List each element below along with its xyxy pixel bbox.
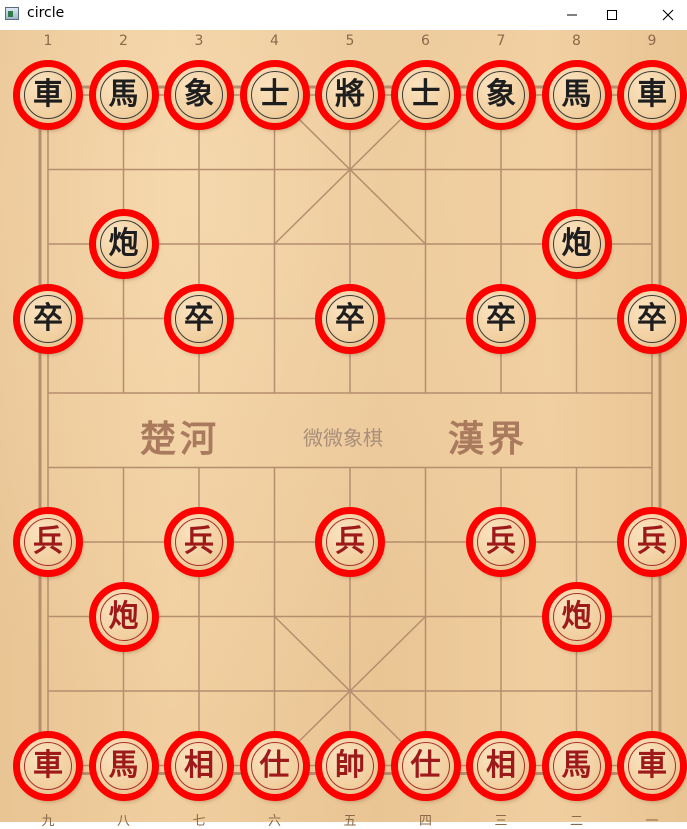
xiangqi-board[interactable]: 123456789 九八七六五四三二一 楚河 微微象棋 漢界 車馬象士將士象馬車…	[0, 30, 687, 829]
river-label-center: 微微象棋	[303, 426, 383, 450]
highlight-circle	[13, 283, 83, 354]
highlight-circle	[617, 507, 687, 577]
file-number-top: 9	[647, 33, 657, 49]
file-number-bottom: 七	[192, 814, 206, 829]
file-number-bottom: 三	[494, 814, 508, 829]
file-number-bottom: 六	[267, 814, 281, 829]
black-piece-b-elephant-2[interactable]: 象	[466, 60, 536, 130]
river-label-chu: 楚河	[140, 418, 221, 460]
minimize-icon	[567, 14, 577, 16]
red-piece-r-elephant-2[interactable]: 相	[466, 730, 536, 801]
file-number-bottom: 一	[645, 814, 659, 829]
highlight-circle	[164, 730, 234, 801]
highlight-circle	[315, 730, 385, 801]
highlight-circle	[13, 60, 83, 130]
close-icon	[662, 9, 674, 21]
highlight-circle	[617, 283, 687, 354]
highlight-circle	[315, 60, 385, 130]
black-piece-b-soldier-5[interactable]: 卒	[617, 283, 687, 354]
black-piece-b-cannon-2[interactable]: 炮	[541, 209, 612, 279]
black-piece-b-soldier-2[interactable]: 卒	[164, 283, 234, 354]
highlight-circle	[88, 209, 159, 279]
highlight-circle	[466, 60, 536, 130]
file-number-top: 5	[345, 33, 355, 49]
maximize-button[interactable]	[589, 0, 635, 30]
highlight-circle	[88, 60, 159, 130]
river-label-han: 漢界	[448, 418, 529, 460]
highlight-circle	[466, 730, 536, 801]
highlight-circle	[466, 507, 536, 577]
file-number-bottom: 二	[569, 814, 583, 829]
red-piece-r-horse-2[interactable]: 馬	[541, 730, 612, 801]
red-piece-r-soldier-5[interactable]: 兵	[617, 507, 687, 577]
red-piece-r-chariot-1[interactable]: 車	[13, 730, 83, 801]
red-piece-r-elephant-1[interactable]: 相	[164, 730, 234, 801]
highlight-circle	[617, 730, 687, 801]
black-piece-b-advisor-1[interactable]: 士	[239, 60, 310, 130]
highlight-circle	[466, 283, 536, 354]
highlight-circle	[164, 283, 234, 354]
title-bar: circle	[0, 0, 687, 30]
file-number-bottom: 九	[41, 814, 55, 829]
close-button[interactable]	[645, 0, 687, 30]
black-piece-b-horse-1[interactable]: 馬	[88, 60, 159, 130]
highlight-circle	[541, 581, 612, 652]
black-piece-b-chariot-1[interactable]: 車	[13, 60, 83, 130]
file-number-bottom: 五	[343, 814, 357, 829]
red-piece-r-soldier-1[interactable]: 兵	[13, 507, 83, 577]
file-number-top: 4	[270, 33, 279, 49]
red-piece-r-soldier-4[interactable]: 兵	[466, 507, 536, 577]
highlight-circle	[315, 283, 385, 354]
red-piece-r-soldier-2[interactable]: 兵	[164, 507, 234, 577]
red-piece-r-horse-1[interactable]: 馬	[88, 730, 159, 801]
black-piece-b-soldier-1[interactable]: 卒	[13, 283, 83, 354]
black-piece-b-chariot-2[interactable]: 車	[617, 60, 687, 130]
red-piece-r-advisor-1[interactable]: 仕	[239, 730, 310, 801]
highlight-circle	[88, 581, 159, 652]
window-title: circle	[27, 5, 65, 21]
highlight-circle	[164, 507, 234, 577]
black-piece-b-general[interactable]: 將	[315, 60, 385, 130]
file-number-top: 3	[194, 33, 204, 49]
red-piece-r-cannon-1[interactable]: 炮	[88, 581, 159, 652]
highlight-circle	[13, 730, 83, 801]
file-number-top: 2	[119, 33, 128, 49]
highlight-circle	[617, 60, 687, 130]
highlight-circle	[315, 507, 385, 577]
black-piece-b-soldier-4[interactable]: 卒	[466, 283, 536, 354]
red-piece-r-advisor-2[interactable]: 仕	[390, 730, 461, 801]
maximize-icon	[607, 10, 617, 20]
file-number-top: 6	[421, 33, 430, 49]
black-piece-b-soldier-3[interactable]: 卒	[315, 283, 385, 354]
highlight-circle	[390, 60, 461, 130]
highlight-circle	[239, 60, 310, 130]
highlight-circle	[88, 730, 159, 801]
file-number-bottom: 八	[116, 814, 130, 829]
highlight-circle	[541, 60, 612, 130]
black-piece-b-elephant-1[interactable]: 象	[164, 60, 234, 130]
black-piece-b-horse-2[interactable]: 馬	[541, 60, 612, 130]
highlight-circle	[13, 507, 83, 577]
highlight-circle	[239, 730, 310, 801]
red-piece-r-chariot-2[interactable]: 車	[617, 730, 687, 801]
red-piece-r-cannon-2[interactable]: 炮	[541, 581, 612, 652]
file-number-top: 7	[496, 33, 506, 49]
file-number-bottom: 四	[418, 814, 432, 829]
app-icon	[5, 7, 19, 20]
highlight-circle	[541, 730, 612, 801]
highlight-circle	[541, 209, 612, 279]
red-piece-r-soldier-3[interactable]: 兵	[315, 507, 385, 577]
highlight-circle	[164, 60, 234, 130]
file-number-top: 8	[572, 33, 581, 49]
black-piece-b-advisor-2[interactable]: 士	[390, 60, 461, 130]
file-number-top: 1	[43, 33, 53, 49]
highlight-circle	[390, 730, 461, 801]
red-piece-r-general[interactable]: 帥	[315, 730, 385, 801]
black-piece-b-cannon-1[interactable]: 炮	[88, 209, 159, 279]
